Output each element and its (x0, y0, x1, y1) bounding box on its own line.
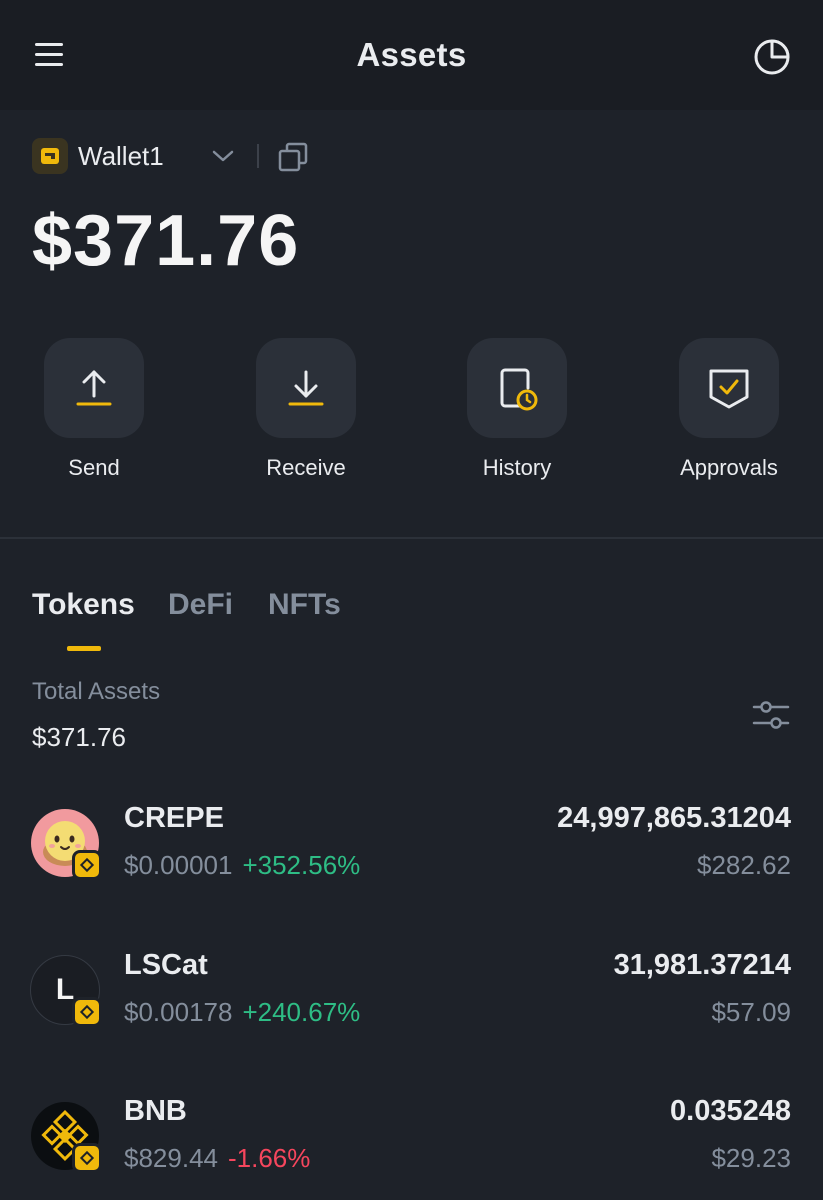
send-tile[interactable] (44, 338, 144, 438)
token-change: +352.56% (242, 850, 361, 880)
token-amount: 24,997,865.31204 (557, 802, 791, 834)
send-label: Send (68, 455, 120, 480)
wallet-selector: Wallet1 (32, 136, 332, 176)
bnb-chain-badge-icon (72, 1143, 102, 1173)
total-assets-value: $371.76 (32, 722, 126, 752)
token-amount: 0.035248 (670, 1095, 791, 1127)
app-header: Assets (0, 0, 823, 110)
history-button[interactable]: History (447, 338, 587, 481)
token-symbol: BNB (124, 1095, 187, 1127)
token-symbol: CREPE (124, 802, 224, 834)
asset-tabs: Tokens DeFi NFTs (32, 588, 532, 658)
receive-label: Receive (266, 455, 346, 480)
chevron-down-icon[interactable] (210, 146, 236, 166)
token-change: +240.67% (242, 997, 361, 1027)
token-change: -1.66% (227, 1143, 311, 1173)
history-tile[interactable] (467, 338, 567, 438)
approvals-label: Approvals (680, 455, 778, 480)
token-value: $29.23 (711, 1143, 791, 1173)
wallet-name[interactable]: Wallet1 (78, 141, 164, 172)
bnb-chain-badge-icon (72, 850, 102, 880)
token-symbol: LSCat (124, 949, 208, 981)
shield-check-icon (709, 369, 749, 409)
section-divider (0, 537, 823, 539)
token-amount: 31,981.37214 (613, 949, 791, 981)
token-price: $0.00178 (124, 997, 233, 1027)
upload-arrow-icon (76, 370, 112, 406)
approvals-tile[interactable] (679, 338, 779, 438)
tab-tokens[interactable]: Tokens (32, 588, 135, 622)
token-price-line: $0.00178 +240.67% (124, 997, 360, 1028)
wallet-balance: $371.76 (32, 201, 300, 281)
bnb-chain-badge-icon (72, 997, 102, 1027)
receive-tile[interactable] (256, 338, 356, 438)
token-price: $0.00001 (124, 850, 233, 880)
pie-chart-icon[interactable] (752, 36, 792, 76)
wallet-icon (32, 138, 68, 174)
tab-nfts[interactable]: NFTs (268, 588, 341, 622)
active-tab-indicator (67, 646, 101, 651)
token-row-lscat[interactable]: L LSCat $0.00178 +240.67% 31,981.37214 $5… (0, 949, 823, 1049)
tab-defi[interactable]: DeFi (168, 588, 233, 622)
token-row-crepe[interactable]: CREPE $0.00001 +352.56% 24,997,865.31204 … (0, 802, 823, 902)
send-button[interactable]: Send (24, 338, 164, 481)
receive-button[interactable]: Receive (236, 338, 376, 481)
divider (257, 144, 259, 168)
token-price: $829.44 (124, 1143, 218, 1173)
token-value: $57.09 (711, 997, 791, 1027)
history-label: History (482, 455, 552, 480)
token-price-line: $829.44 -1.66% (124, 1143, 310, 1174)
token-row-bnb[interactable]: BNB $829.44 -1.66% 0.035248 $29.23 (0, 1095, 823, 1195)
total-assets-label: Total Assets (32, 678, 161, 705)
approvals-button[interactable]: Approvals (659, 338, 799, 481)
quick-actions: Send Receive History Approvals (0, 338, 823, 488)
copy-address-icon[interactable] (277, 141, 309, 173)
token-price-line: $0.00001 +352.56% (124, 850, 360, 881)
token-value: $282.62 (697, 850, 791, 880)
history-clock-icon (500, 368, 538, 411)
download-arrow-icon (288, 370, 324, 406)
page-title: Assets (356, 36, 467, 73)
filter-settings-icon[interactable] (752, 698, 790, 732)
